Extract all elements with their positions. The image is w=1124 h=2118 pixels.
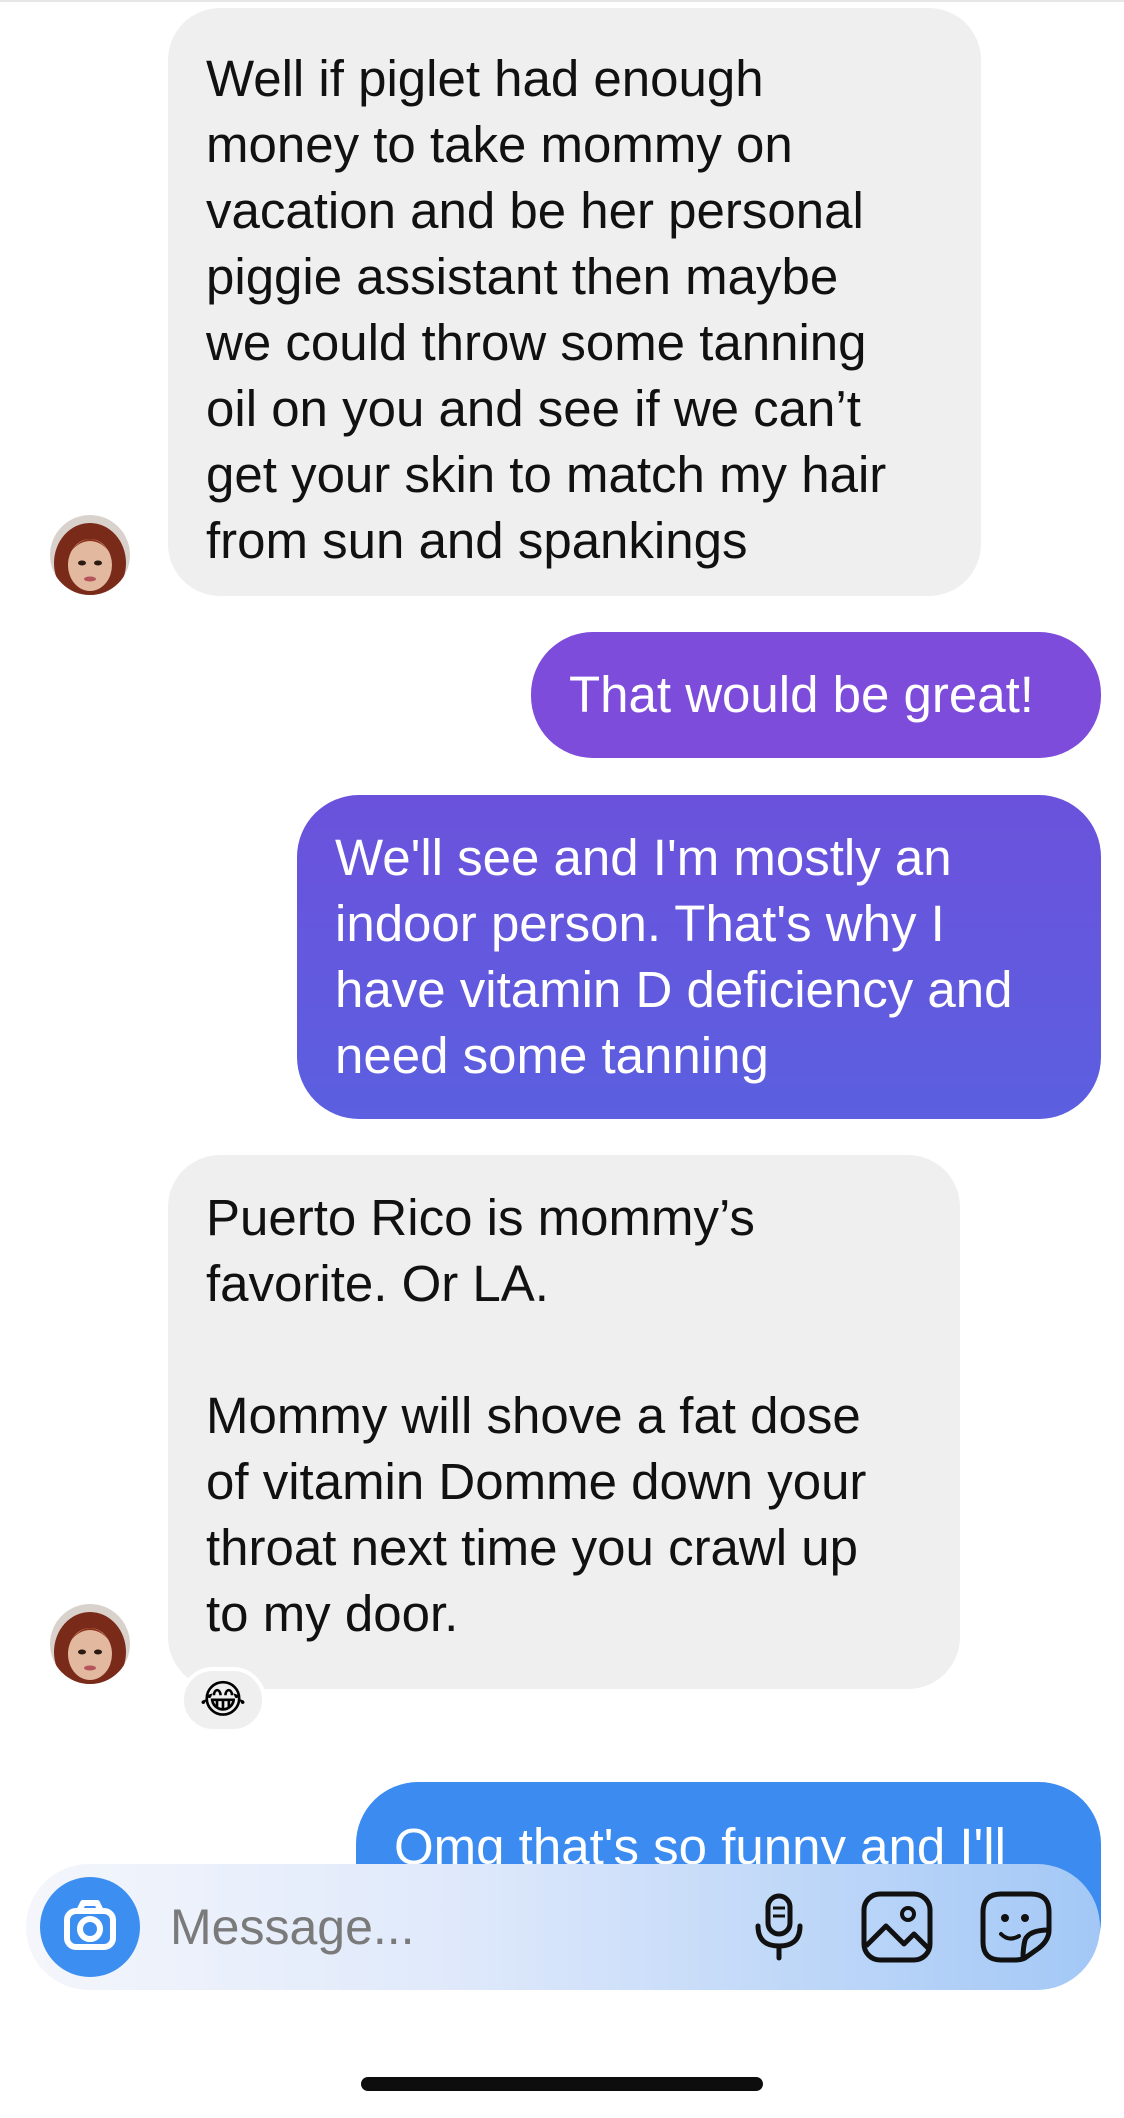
contact-avatar[interactable] bbox=[50, 515, 130, 595]
microphone-button[interactable] bbox=[742, 1890, 816, 1964]
message-bubble-sent[interactable]: That would be great! bbox=[531, 632, 1101, 758]
gallery-icon bbox=[861, 1891, 933, 1963]
microphone-icon bbox=[755, 1893, 803, 1961]
camera-button[interactable] bbox=[40, 1877, 140, 1977]
top-divider bbox=[0, 0, 1124, 2]
message-bubble-received[interactable]: Puerto Rico is mommy’s favorite. Or LA. … bbox=[168, 1155, 960, 1689]
camera-icon bbox=[64, 1900, 116, 1950]
contact-avatar[interactable] bbox=[50, 1604, 130, 1684]
chat-screen: Well if piglet had enough money to take … bbox=[0, 0, 1124, 2118]
sticker-button[interactable] bbox=[979, 1890, 1053, 1964]
message-input[interactable]: Message... bbox=[170, 1864, 415, 1990]
home-indicator[interactable] bbox=[361, 2077, 763, 2091]
message-composer: Message... bbox=[26, 1864, 1100, 1990]
gallery-button[interactable] bbox=[860, 1890, 934, 1964]
sticker-icon bbox=[980, 1891, 1052, 1963]
message-bubble-received[interactable]: Well if piglet had enough money to take … bbox=[168, 8, 981, 596]
message-bubble-sent[interactable]: We'll see and I'm mostly an indoor perso… bbox=[297, 795, 1101, 1119]
reaction-badge[interactable]: 😂 bbox=[180, 1667, 266, 1733]
